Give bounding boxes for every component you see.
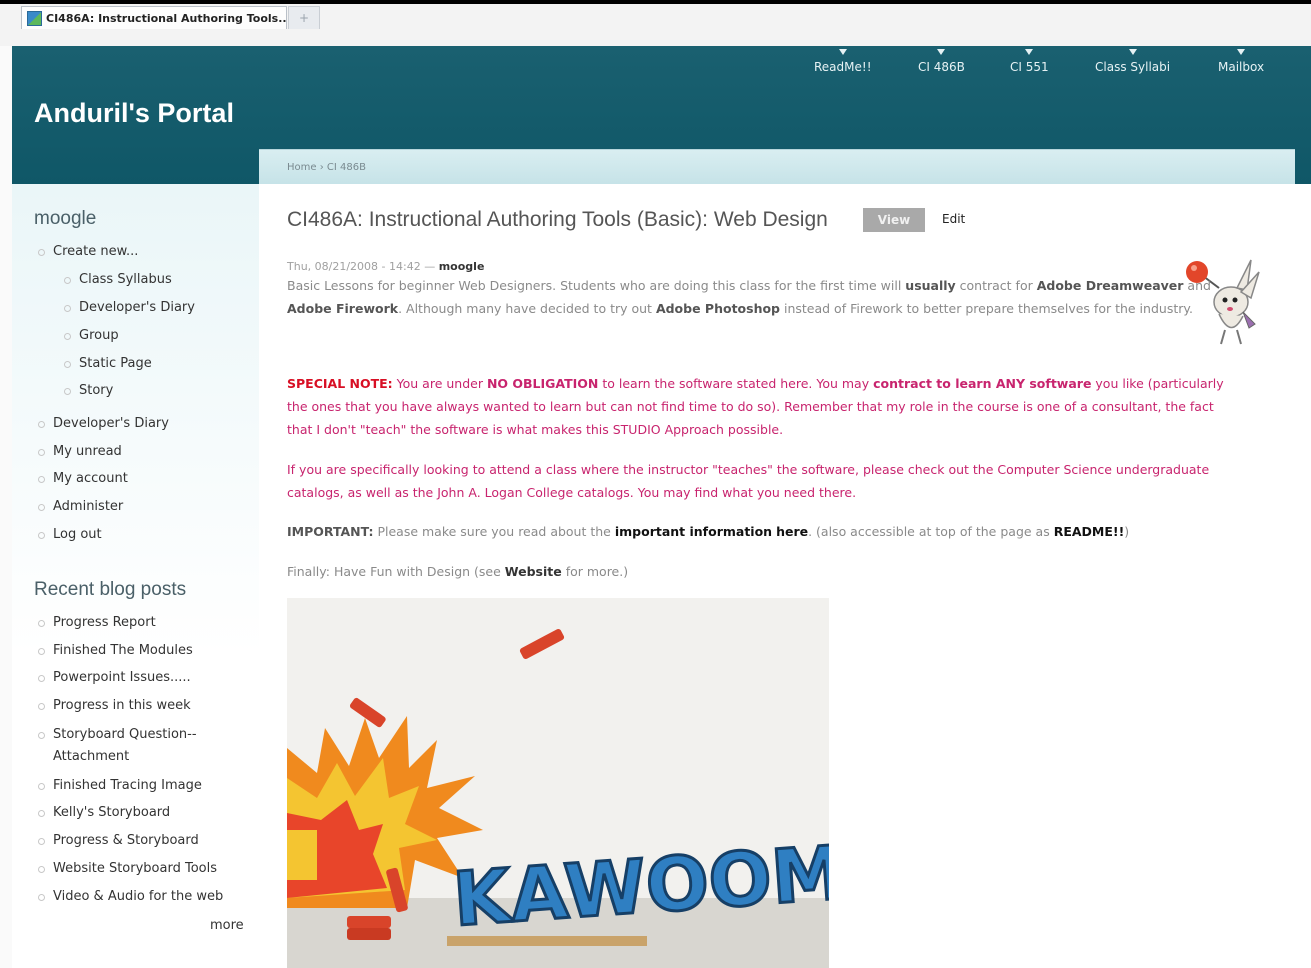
menu-my-account[interactable]: My account (38, 471, 128, 486)
breadcrumb-bar: Home › CI 486B (259, 149, 1295, 186)
text-run: for more.) (561, 564, 629, 579)
menu-administer[interactable]: Administer (37, 499, 123, 514)
text-run: NO OBLIGATION (486, 376, 599, 391)
menu-create-new[interactable]: Create new... (37, 244, 138, 259)
important-info-text: important information (614, 524, 773, 539)
primary-nav: ReadMe!! CI 486B CI 551 Class Syllabi Ma… (12, 46, 1311, 96)
important-paragraph: IMPORTANT: Please make sure you read abo… (287, 520, 1229, 543)
text-run: usually (905, 278, 956, 293)
blog-post-link[interactable]: Powerpoint Issues..... (38, 670, 191, 685)
menu-developers-diary[interactable]: Developer's Diary (38, 416, 169, 431)
text-run: SPECIAL NOTE: (287, 376, 393, 391)
new-tab-button[interactable]: + (288, 6, 320, 29)
tab-view[interactable]: View (863, 208, 925, 232)
catalog-paragraph: If you are specifically looking to atten… (287, 462, 1210, 500)
blog-post-link[interactable]: Finished Tracing Image (38, 778, 202, 793)
browser-tab-strip: CI486A: Instructional Authoring Tools...… (0, 0, 1311, 46)
author-link[interactable]: moogle (439, 260, 485, 273)
breadcrumb-separator: › (319, 162, 324, 173)
text-run: to learn the software stated here. You m… (598, 376, 874, 391)
kawoom-image: KAWOOM! (287, 598, 829, 968)
blog-post-link[interactable]: Kelly's Storyboard (37, 805, 170, 820)
nav-item-mailbox[interactable]: Mailbox (1218, 49, 1264, 74)
special-note-paragraph: SPECIAL NOTE: You are under NO OBLIGATIO… (287, 372, 1229, 441)
main-content: CI486A: Instructional Authoring Tools (B… (259, 184, 1311, 968)
menu-create-static-page[interactable]: Static Page (64, 356, 152, 371)
text-run: Adobe Firework (287, 301, 399, 316)
text-run: ) (1124, 524, 1130, 539)
blog-post-link[interactable]: Progress & Storyboard (38, 833, 199, 848)
text-run: IMPORTANT: (287, 524, 374, 539)
menu-create-developers-diary[interactable]: Developer's Diary (64, 300, 195, 315)
text-run: and (1183, 278, 1211, 293)
blog-more-link[interactable]: more (210, 918, 244, 933)
text-run: Adobe Dreamweaver (1036, 278, 1184, 293)
submitted-info: Thu, 08/21/2008 - 14:42 — moogle (287, 260, 484, 273)
intro-paragraph: Basic Lessons for beginner Web Designers… (287, 274, 1229, 320)
menu-create-story[interactable]: Story (63, 383, 113, 398)
menu-my-unread[interactable]: My unread (38, 444, 122, 459)
text-run: You are under (392, 376, 487, 391)
favicon-icon (27, 10, 42, 26)
text-run: . (also accessible at top of the page as (808, 524, 1054, 539)
blog-post-link[interactable]: Video & Audio for the web (37, 889, 223, 904)
text-run: Adobe Photoshop (655, 301, 781, 316)
menu-create-group[interactable]: Group (64, 328, 119, 343)
blog-post-link[interactable]: Website Storyboard Tools (38, 861, 217, 876)
submitted-date: Thu, 08/21/2008 - 14:42 — (287, 260, 436, 273)
nav-item-class-syllabi[interactable]: Class Syllabi (1095, 49, 1170, 74)
breadcrumb: Home › CI 486B (287, 162, 366, 173)
tab-title: CI486A: Instructional Authoring Tools... (46, 11, 286, 25)
text-run: instead of Firework to better prepare th… (780, 301, 1193, 316)
browser-tab[interactable]: CI486A: Instructional Authoring Tools... (21, 6, 287, 29)
tab-edit[interactable]: Edit (942, 212, 965, 226)
blog-post-link[interactable]: Progress in this week (38, 698, 191, 713)
blog-post-link[interactable]: Finished The Modules (38, 643, 193, 658)
blog-post-link-continued[interactable]: Attachment (53, 749, 129, 764)
text-run: contract to learn ANY software (873, 376, 1092, 391)
nav-item-readme[interactable]: ReadMe!! (814, 49, 872, 74)
blog-post-link[interactable]: Storyboard Question-- (38, 727, 197, 742)
page-title: CI486A: Instructional Authoring Tools (B… (287, 208, 828, 231)
blog-block-title: Recent blog posts (34, 579, 187, 600)
text-run: Basic Lessons for beginner Web Designers… (287, 278, 906, 293)
text-run: Finally: Have Fun with Design (see (287, 564, 505, 579)
user-block-title: moogle (34, 208, 97, 229)
sidebar: moogle Create new... Class Syllabus Deve… (12, 184, 259, 968)
finally-paragraph: Finally: Have Fun with Design (see Websi… (287, 560, 1229, 583)
menu-create-class-syllabus[interactable]: Class Syllabus (64, 272, 172, 287)
text-run: contract for (955, 278, 1037, 293)
text-run: . Although many have decided to try out (398, 301, 656, 316)
nav-item-ci551[interactable]: CI 551 (1010, 49, 1049, 74)
nav-item-ci486b[interactable]: CI 486B (918, 49, 965, 74)
blog-post-link[interactable]: Progress Report (38, 615, 156, 630)
here-link[interactable]: here (776, 524, 808, 539)
site-name[interactable]: Anduril's Portal (34, 98, 234, 129)
readme-link[interactable]: README!! (1054, 524, 1125, 539)
breadcrumb-current[interactable]: CI 486B (327, 162, 366, 173)
website-link[interactable]: Website (505, 564, 562, 579)
text-run: Please make sure you read about the (373, 524, 615, 539)
menu-log-out[interactable]: Log out (38, 527, 102, 542)
breadcrumb-home[interactable]: Home (287, 162, 317, 173)
